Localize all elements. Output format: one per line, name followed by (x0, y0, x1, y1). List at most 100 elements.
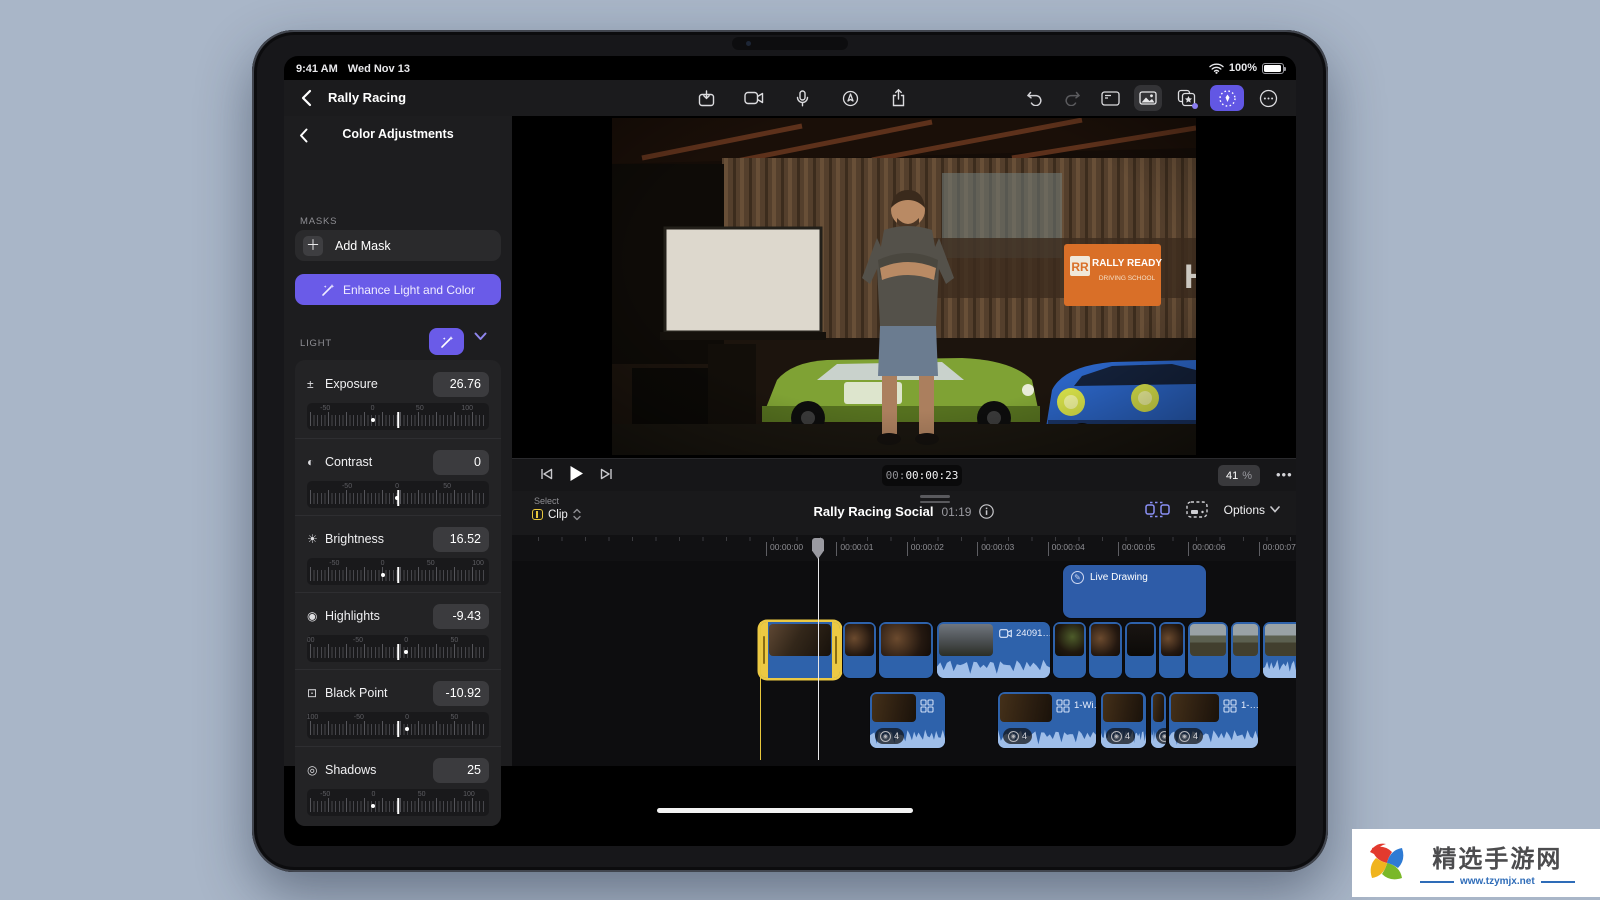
undo-icon[interactable] (1020, 85, 1048, 111)
project-title: Rally Racing (328, 90, 406, 105)
main-clip[interactable] (1263, 622, 1296, 678)
front-camera-icon (746, 41, 751, 46)
clip-thumbnail (1000, 694, 1052, 722)
play-icon[interactable] (569, 465, 584, 482)
timecode-display[interactable]: 00:00:00:23 (882, 465, 962, 486)
record-audio-icon[interactable] (788, 85, 816, 111)
enhance-light-color-button[interactable]: Enhance Light and Color (295, 274, 501, 305)
slider-value-field[interactable]: 0 (433, 450, 489, 475)
color-adjustments-panel: Color Adjustments MASKS ＋ Add Mask Enhan… (284, 116, 512, 766)
skip-to-end-icon[interactable] (600, 468, 613, 480)
main-clip[interactable]: 24091… (937, 622, 1050, 678)
main-clip[interactable] (843, 622, 876, 678)
audio-components-icon: ◉ (880, 731, 891, 742)
light-collapse-chevron-icon[interactable] (474, 332, 487, 341)
clip-audio-badge: ◉4 (1003, 728, 1032, 744)
trim-handle-right[interactable] (832, 622, 840, 678)
effects-icon[interactable] (1172, 85, 1200, 111)
secondary-clip[interactable]: ◉ (1151, 692, 1166, 748)
clip-thumbnail (1127, 624, 1154, 656)
trim-handle-left[interactable] (760, 622, 768, 678)
ruler-label: 100 (472, 560, 484, 567)
light-auto-enhance-button[interactable] (429, 328, 464, 355)
home-indicator[interactable] (657, 808, 913, 813)
viewer-more-icon[interactable]: ••• (1276, 467, 1293, 482)
main-clip[interactable] (1159, 622, 1185, 678)
live-drawing-icon: ✎ (1071, 571, 1084, 584)
share-icon[interactable] (884, 85, 912, 111)
magic-wand-icon (321, 283, 335, 297)
browser-panel-icon[interactable] (1096, 85, 1124, 111)
slider-value-field[interactable]: -10.92 (433, 681, 489, 706)
clip-audio-badge: ◉4 (875, 728, 904, 744)
clip-thumbnail (939, 624, 993, 656)
slider-dial-ruler[interactable]: 00-50050 (307, 635, 489, 662)
live-drawing-icon[interactable] (836, 85, 864, 111)
clip-thumbnail (1265, 624, 1296, 656)
slider-brightness: ☀ Brightness 16.52 -50050100 (295, 515, 501, 592)
connected-clip-live-drawing[interactable]: ✎Live Drawing (1063, 565, 1206, 618)
timecode-hours: 00: (886, 469, 906, 482)
timeline-title: Rally Racing Social (814, 504, 934, 519)
chevron-down-icon (1270, 506, 1280, 513)
media-library-icon[interactable] (1134, 85, 1162, 111)
slider-exposure: ± Exposure 26.76 -50050100 (295, 360, 501, 438)
secondary-clip[interactable]: ◉4 (1101, 692, 1146, 748)
clip-audio-badge: ◉4 (1106, 728, 1135, 744)
clip-thumbnail (1103, 694, 1143, 722)
viewer: RR RALLY READY DRIVING SCHOOL H (512, 116, 1296, 458)
options-button[interactable]: Options (1224, 503, 1280, 517)
import-media-icon[interactable] (692, 85, 720, 111)
ruler-label: 0 (404, 637, 408, 644)
ruler-time-label: 00:00:01 (840, 542, 873, 552)
battery-icon (1262, 63, 1284, 74)
skip-to-start-icon[interactable] (540, 468, 553, 480)
overwrite-clip-icon[interactable] (1186, 501, 1208, 518)
app-screen: 9:41 AM Wed Nov 13 100% Rally Racing (284, 56, 1296, 846)
ruler-label: -50 (342, 483, 352, 490)
clip-thumbnail (881, 624, 931, 656)
main-clip[interactable] (1089, 622, 1122, 678)
info-icon[interactable] (979, 504, 994, 519)
slider-dial-ruler[interactable]: -50050 (307, 481, 489, 508)
redo-icon[interactable] (1058, 85, 1086, 111)
main-clip[interactable] (1053, 622, 1086, 678)
add-mask-button[interactable]: ＋ Add Mask (295, 230, 501, 261)
secondary-clip[interactable]: ◉4 (870, 692, 945, 748)
video-preview[interactable]: RR RALLY READY DRIVING SCHOOL H (612, 118, 1196, 455)
timecode-value: 00:00:23 (905, 469, 958, 482)
slider-dial-ruler[interactable]: -50050100 (307, 403, 489, 430)
secondary-clip[interactable]: 1-…◉4 (1169, 692, 1258, 748)
main-clip[interactable] (879, 622, 933, 678)
slider-value-field[interactable]: -9.43 (433, 604, 489, 629)
value-cursor (397, 798, 399, 814)
more-menu-icon[interactable] (1254, 85, 1282, 111)
effects-badge-dot (1192, 103, 1198, 109)
ipad-device-frame: 9:41 AM Wed Nov 13 100% Rally Racing (252, 30, 1328, 872)
connect-clips-icon[interactable] (1145, 501, 1170, 518)
slider-value-field[interactable]: 26.76 (433, 372, 489, 397)
main-clip[interactable] (1231, 622, 1260, 678)
slider-value-field[interactable]: 16.52 (433, 527, 489, 552)
secondary-clip[interactable]: 1-Wi…◉4 (998, 692, 1096, 748)
main-clip-selected[interactable] (760, 622, 840, 678)
timeline-ruler[interactable]: 00:00:0000:00:0100:00:0200:00:0300:00:04… (512, 535, 1296, 561)
main-clip[interactable] (1125, 622, 1156, 678)
viewer-zoom-control[interactable]: 41% (1218, 465, 1260, 486)
clip-label-row: 24091… (999, 628, 1050, 639)
back-chevron-icon[interactable] (294, 86, 318, 110)
slider-dial-ruler[interactable]: 100-50050 (307, 712, 489, 739)
slider-dial-ruler[interactable]: -50050100 (307, 558, 489, 585)
ruler-label: 50 (451, 637, 459, 644)
record-video-icon[interactable] (740, 85, 768, 111)
jog-wheel-toggle-icon[interactable] (1210, 85, 1244, 111)
multicam-indicator (1223, 699, 1237, 713)
slider-value-field[interactable]: 25 (433, 758, 489, 783)
ruler-label: 50 (427, 560, 435, 567)
slider-dial-ruler[interactable]: -50050100 (307, 789, 489, 816)
site-watermark: 精选手游网 www.tzymjx.net (1352, 829, 1600, 897)
clip-audio-badge: ◉4 (1174, 728, 1203, 744)
main-clip[interactable] (1188, 622, 1228, 678)
watermark-site-url: www.tzymjx.net (1420, 876, 1575, 887)
ruler-label: 00 (307, 637, 315, 644)
